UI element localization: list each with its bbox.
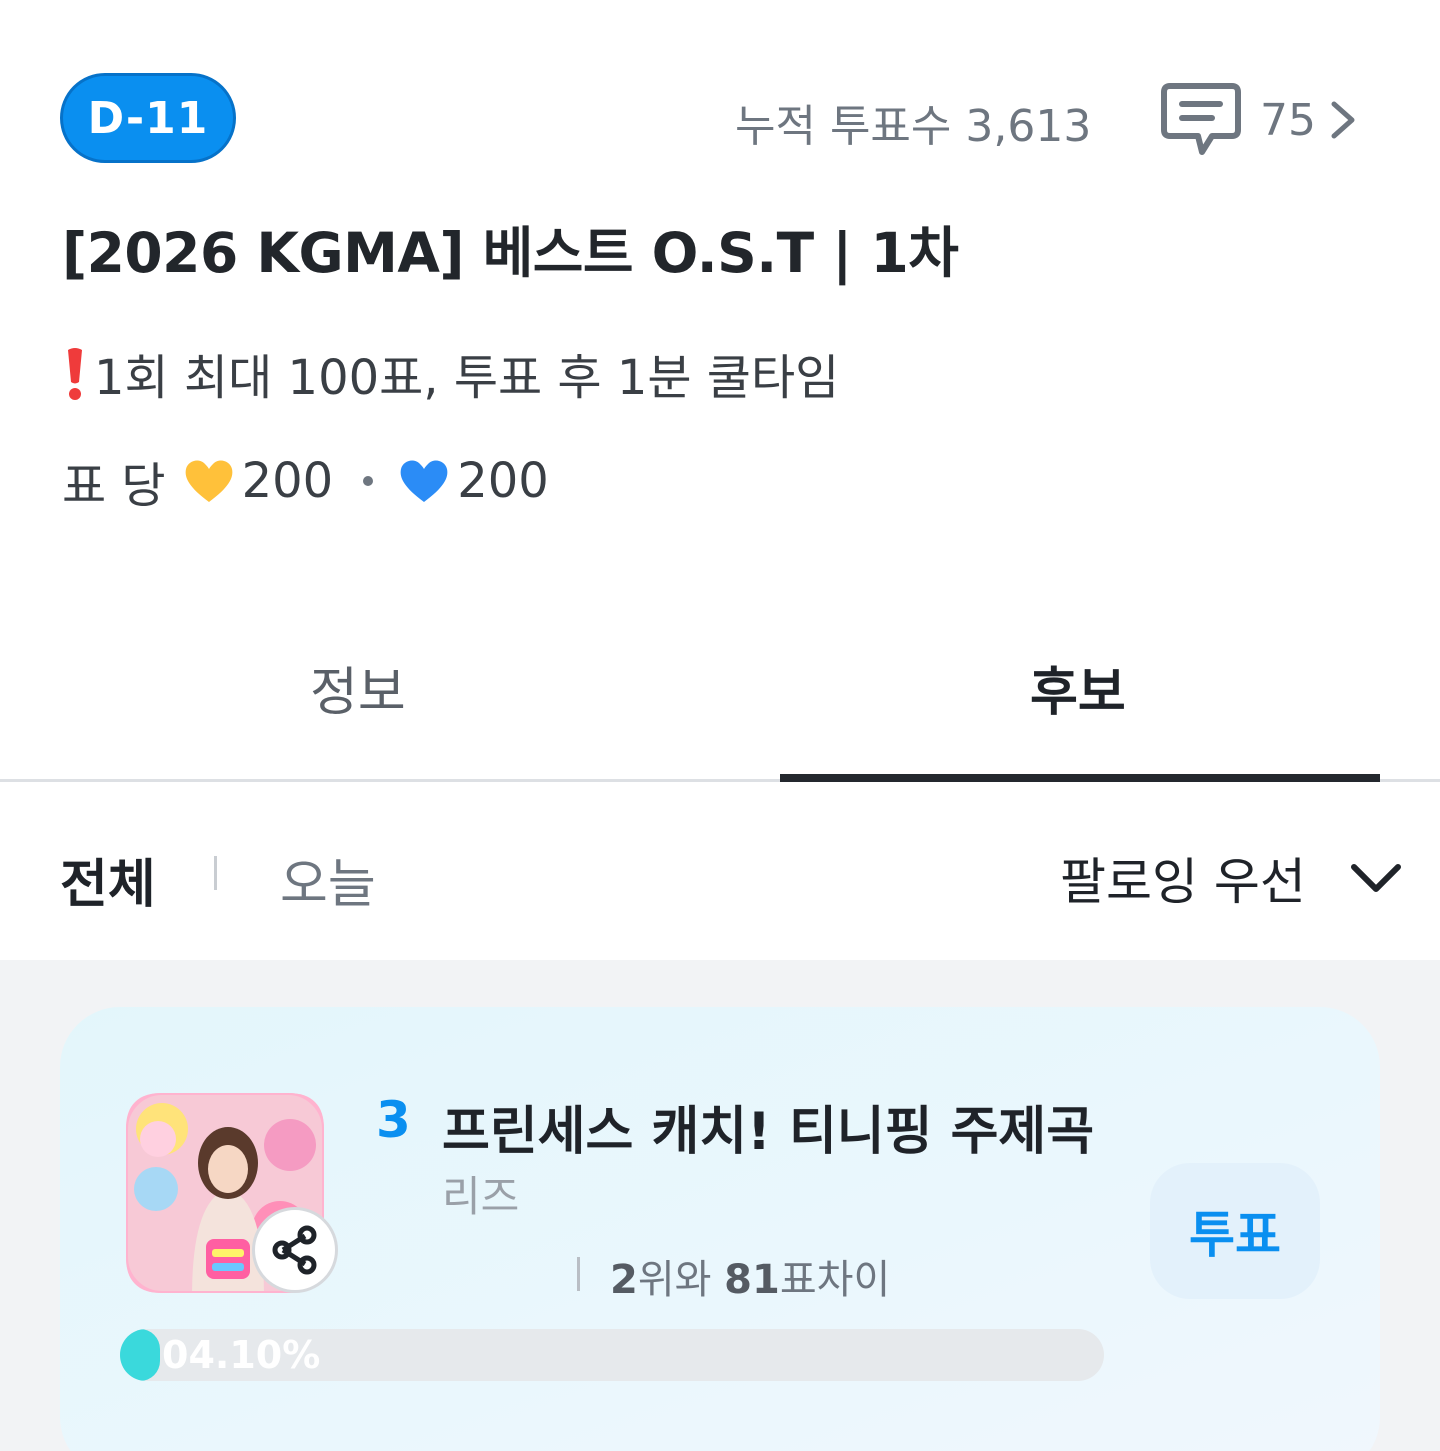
sort-dropdown[interactable]: 팔로잉 우선 <box>1060 842 1402 914</box>
tab-bar: 정보 후보 <box>0 620 1440 782</box>
candidate-list: 3 프린세스 캐치! 티니핑 주제곡 리즈 2위와 81표차이 투표 04.10… <box>0 960 1440 1451</box>
vote-header-section: D-11 누적 투표수 3,613 75 [2026 KGMA] 베스트 O.S… <box>0 0 1440 960</box>
vote-gap-text: 2위와 81표차이 <box>610 1247 890 1305</box>
vote-cost: 표 당 200 200 <box>62 446 549 516</box>
gap-divider <box>577 1257 580 1291</box>
gap-mid: 위와 <box>637 1257 712 1303</box>
filter-today[interactable]: 오늘 <box>280 842 376 917</box>
comments-button[interactable]: 75 <box>1158 80 1358 160</box>
candidate-artist: 리즈 <box>442 1172 520 1221</box>
dday-badge: D-11 <box>60 73 236 163</box>
share-button[interactable] <box>252 1207 338 1293</box>
tab-candidates[interactable]: 후보 <box>1030 650 1126 725</box>
gold-heart-icon <box>185 460 232 502</box>
exclamation-icon <box>68 348 82 400</box>
blue-heart-icon <box>400 460 448 502</box>
candidate-card[interactable]: 3 프린세스 캐치! 티니핑 주제곡 리즈 2위와 81표차이 투표 04.10… <box>60 1007 1380 1451</box>
separator-dot <box>363 476 374 486</box>
notice-text: 1회 최대 100표, 투표 후 1분 쿨타임 <box>94 350 840 406</box>
candidate-title: 프린세스 캐치! 티니핑 주제곡 <box>442 1102 1095 1162</box>
gap-suffix: 표차이 <box>779 1257 891 1303</box>
vote-notice: 1회 최대 100표, 투표 후 1분 쿨타임 <box>62 338 839 408</box>
tab-info[interactable]: 정보 <box>310 650 406 725</box>
total-votes-count: 누적 투표수 3,613 <box>735 101 1092 152</box>
filter-divider <box>214 856 217 890</box>
chat-bubble-icon <box>1161 83 1241 155</box>
chevron-down-icon <box>1350 864 1401 892</box>
gold-heart-amount: 200 <box>241 453 334 509</box>
vote-progress-fill <box>120 1329 161 1381</box>
blue-heart-amount: 200 <box>457 453 549 509</box>
candidate-rank: 3 <box>376 1091 411 1149</box>
comment-count: 75 <box>1260 94 1316 146</box>
filter-row: 전체 오늘 팔로잉 우선 <box>0 800 1440 960</box>
chevron-right-icon <box>1331 101 1355 139</box>
cost-label: 표 당 <box>62 458 166 514</box>
vote-title: [2026 KGMA] 베스트 O.S.T | 1차 <box>62 221 959 285</box>
active-tab-indicator <box>780 774 1380 782</box>
gap-votes: 81 <box>724 1257 780 1303</box>
filter-all[interactable]: 전체 <box>60 842 156 917</box>
gap-rank: 2 <box>610 1257 638 1303</box>
sort-label: 팔로잉 우선 <box>1060 853 1306 911</box>
vote-percent-label: 04.10% <box>162 1333 321 1377</box>
vote-button[interactable]: 투표 <box>1150 1163 1320 1299</box>
share-icon <box>272 1225 317 1275</box>
